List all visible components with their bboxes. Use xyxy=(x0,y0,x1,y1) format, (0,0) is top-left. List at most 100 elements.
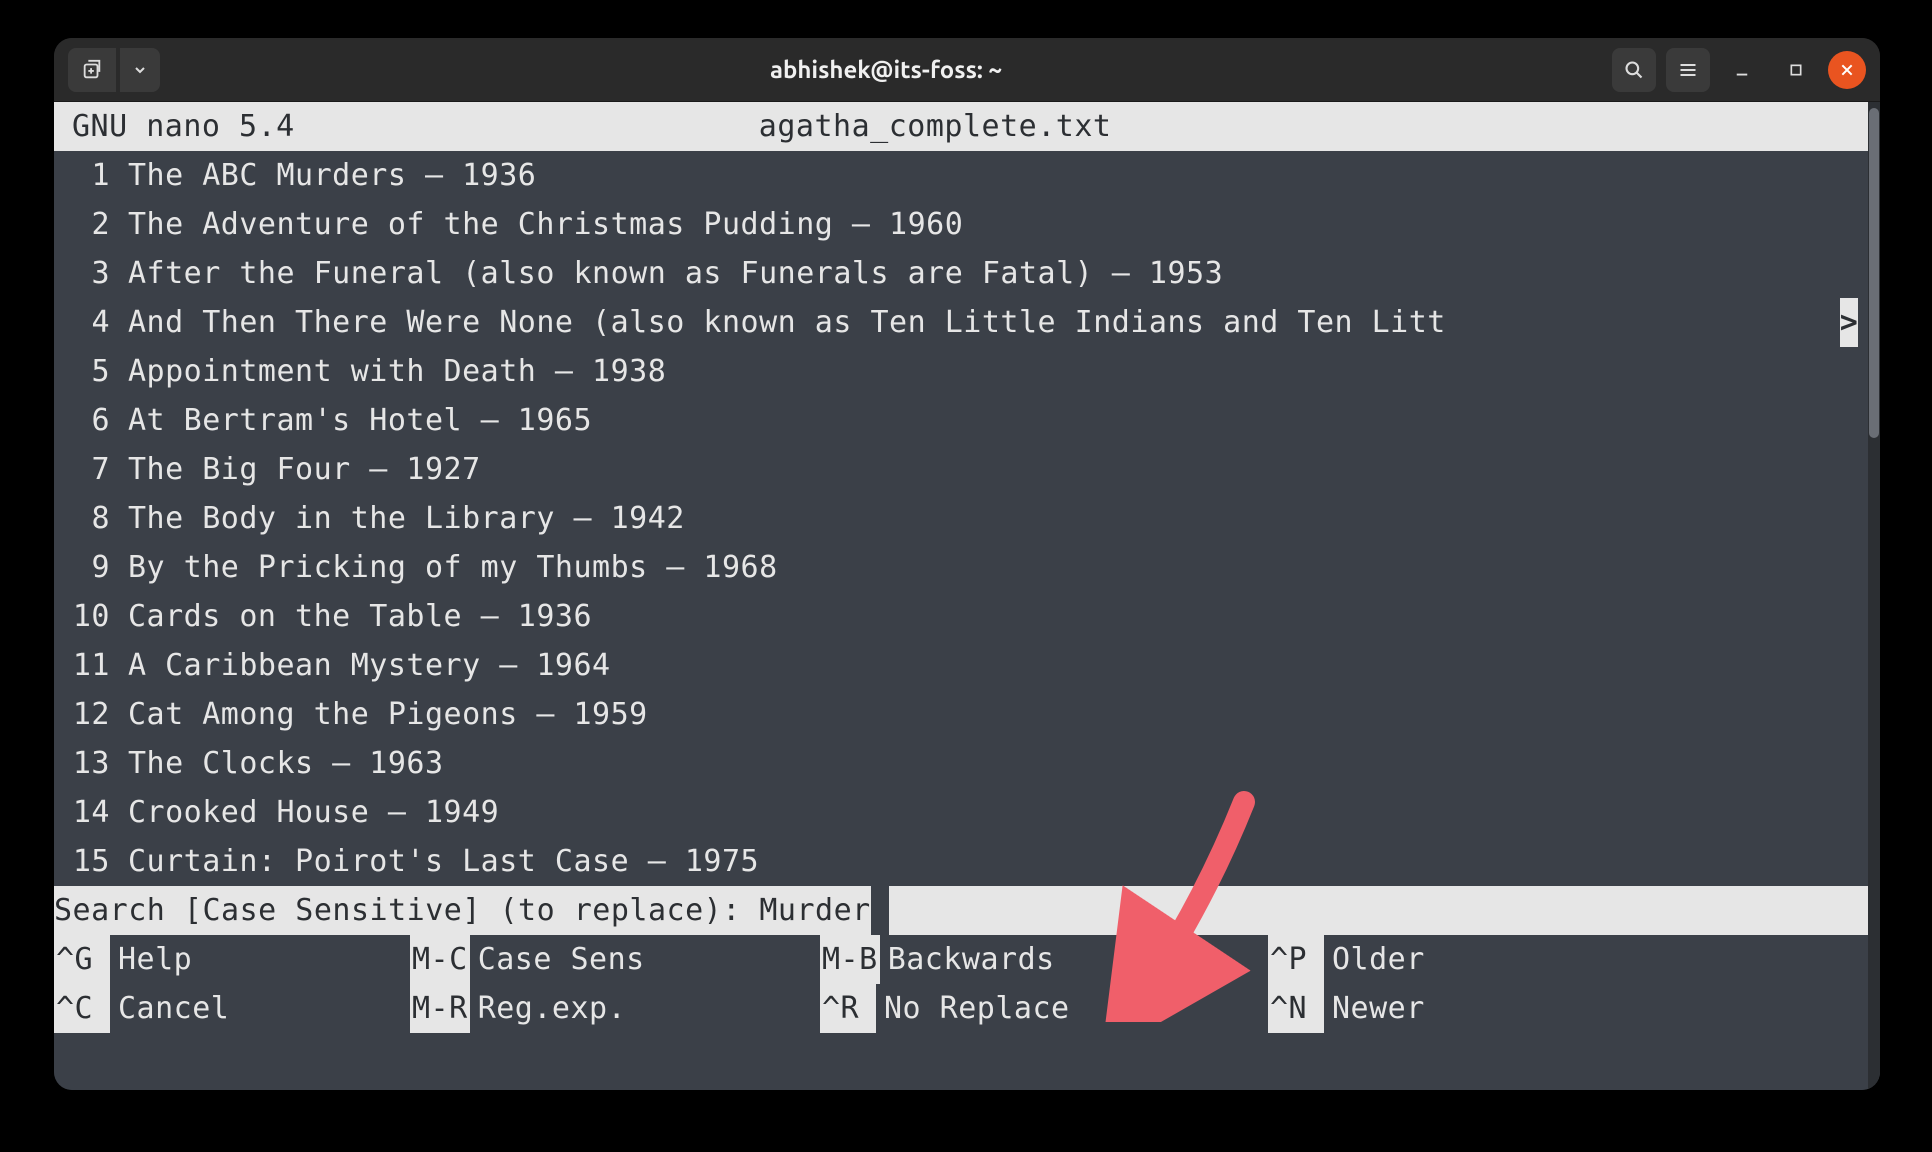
line-number: 1 xyxy=(54,151,110,200)
editor-line[interactable]: 15Curtain: Poirot's Last Case – 1975 xyxy=(54,837,1880,886)
scrollbar-thumb[interactable] xyxy=(1869,108,1879,438)
maximize-button[interactable] xyxy=(1774,48,1818,92)
shortcut-key: ^C xyxy=(54,984,110,1033)
titlebar: abhishek@its-foss: ~ xyxy=(54,38,1880,102)
titlebar-left xyxy=(68,48,160,92)
editor-line[interactable]: 7The Big Four – 1927 xyxy=(54,445,1880,494)
window-title: abhishek@its-foss: ~ xyxy=(170,56,1602,83)
nano-app-name: GNU nano 5.4 xyxy=(72,109,295,144)
editor-area[interactable]: 1The ABC Murders – 19362The Adventure of… xyxy=(54,151,1880,886)
shortcut-label: Reg.exp. xyxy=(470,984,627,1033)
shortcut-row: ^CCancelM-RReg.exp.^RNo Replace^NNewer xyxy=(54,984,1880,1033)
editor-line[interactable]: 2The Adventure of the Christmas Pudding … xyxy=(54,200,1880,249)
nano-header: GNU nano 5.4 agatha_complete.txt xyxy=(54,102,1880,151)
line-number: 5 xyxy=(54,347,110,396)
line-number: 12 xyxy=(54,690,110,739)
editor-line[interactable]: 9By the Pricking of my Thumbs – 1968 xyxy=(54,543,1880,592)
line-content: The Clocks – 1963 xyxy=(110,739,1880,788)
shortcut-key: M-R xyxy=(410,984,470,1033)
maximize-icon xyxy=(1788,62,1804,78)
shortcut-row: ^GHelpM-CCase SensM-BBackwards^POlder xyxy=(54,935,1880,984)
line-content: The ABC Murders – 1936 xyxy=(110,151,1880,200)
shortcut-newer[interactable]: ^NNewer xyxy=(1268,984,1568,1033)
shortcut-label: Backwards xyxy=(880,935,1055,984)
shortcut-no-replace[interactable]: ^RNo Replace xyxy=(820,984,1268,1033)
menu-button[interactable] xyxy=(1666,48,1710,92)
line-content: The Big Four – 1927 xyxy=(110,445,1880,494)
shortcut-help[interactable]: ^GHelp xyxy=(54,935,410,984)
line-number: 7 xyxy=(54,445,110,494)
line-number: 13 xyxy=(54,739,110,788)
terminal-window: abhishek@its-foss: ~ GNU nano 5.4 agatha xyxy=(54,38,1880,1090)
shortcut-key: ^P xyxy=(1268,935,1324,984)
terminal-body: GNU nano 5.4 agatha_complete.txt 1The AB… xyxy=(54,102,1880,1090)
editor-line[interactable]: 10Cards on the Table – 1936 xyxy=(54,592,1880,641)
shortcut-key: ^R xyxy=(820,984,876,1033)
line-number: 4 xyxy=(54,298,110,347)
line-content: Cat Among the Pigeons – 1959 xyxy=(110,690,1880,739)
shortcut-reg-exp-[interactable]: M-RReg.exp. xyxy=(410,984,820,1033)
close-button[interactable] xyxy=(1828,51,1866,89)
chevron-down-icon xyxy=(132,62,148,78)
search-button[interactable] xyxy=(1612,48,1656,92)
search-icon xyxy=(1624,60,1644,80)
line-number: 14 xyxy=(54,788,110,837)
shortcut-label: Cancel xyxy=(110,984,229,1033)
search-prompt: Search [Case Sensitive] (to replace): xyxy=(54,886,759,935)
search-cursor xyxy=(871,886,889,935)
scrollbar-track[interactable] xyxy=(1868,102,1880,1090)
search-bar: Search [Case Sensitive] (to replace): Mu… xyxy=(54,886,1880,935)
line-content: A Caribbean Mystery – 1964 xyxy=(110,641,1880,690)
line-content: And Then There Were None (also known as … xyxy=(110,298,1880,347)
shortcut-key: ^N xyxy=(1268,984,1324,1033)
search-input-value[interactable]: Murder xyxy=(759,886,870,935)
minimize-icon xyxy=(1733,61,1751,79)
shortcut-key: M-C xyxy=(410,935,470,984)
line-number: 2 xyxy=(54,200,110,249)
editor-line[interactable]: 1The ABC Murders – 1936 xyxy=(54,151,1880,200)
line-content: The Body in the Library – 1942 xyxy=(110,494,1880,543)
line-number: 11 xyxy=(54,641,110,690)
line-content: After the Funeral (also known as Funeral… xyxy=(110,249,1880,298)
shortcut-cancel[interactable]: ^CCancel xyxy=(54,984,410,1033)
shortcut-backwards[interactable]: M-BBackwards xyxy=(820,935,1268,984)
editor-line[interactable]: 8The Body in the Library – 1942 xyxy=(54,494,1880,543)
line-content: Curtain: Poirot's Last Case – 1975 xyxy=(110,837,1880,886)
shortcut-label: No Replace xyxy=(876,984,1070,1033)
line-number: 15 xyxy=(54,837,110,886)
editor-line[interactable]: 12Cat Among the Pigeons – 1959 xyxy=(54,690,1880,739)
shortcut-key: M-B xyxy=(820,935,880,984)
editor-line[interactable]: 13The Clocks – 1963 xyxy=(54,739,1880,788)
hamburger-icon xyxy=(1678,60,1698,80)
new-tab-icon xyxy=(81,59,103,81)
shortcut-older[interactable]: ^POlder xyxy=(1268,935,1568,984)
shortcut-label: Older xyxy=(1324,935,1425,984)
new-tab-button[interactable] xyxy=(68,48,116,92)
editor-line[interactable]: 4And Then There Were None (also known as… xyxy=(54,298,1880,347)
shortcut-label: Case Sens xyxy=(470,935,645,984)
close-icon xyxy=(1839,62,1855,78)
line-number: 8 xyxy=(54,494,110,543)
editor-line[interactable]: 14Crooked House – 1949 xyxy=(54,788,1880,837)
truncation-indicator: > xyxy=(1840,298,1858,347)
line-content: Cards on the Table – 1936 xyxy=(110,592,1880,641)
line-content: By the Pricking of my Thumbs – 1968 xyxy=(110,543,1880,592)
editor-line[interactable]: 3After the Funeral (also known as Funera… xyxy=(54,249,1880,298)
line-content: The Adventure of the Christmas Pudding –… xyxy=(110,200,1880,249)
line-number: 3 xyxy=(54,249,110,298)
nano-filename: agatha_complete.txt xyxy=(759,109,1112,144)
nano-header-spacer xyxy=(295,109,759,144)
line-content: At Bertram's Hotel – 1965 xyxy=(110,396,1880,445)
minimize-button[interactable] xyxy=(1720,48,1764,92)
line-number: 9 xyxy=(54,543,110,592)
editor-line[interactable]: 6At Bertram's Hotel – 1965 xyxy=(54,396,1880,445)
editor-line[interactable]: 11A Caribbean Mystery – 1964 xyxy=(54,641,1880,690)
line-content: Crooked House – 1949 xyxy=(110,788,1880,837)
shortcut-label: Newer xyxy=(1324,984,1425,1033)
editor-line[interactable]: 5Appointment with Death – 1938 xyxy=(54,347,1880,396)
line-number: 6 xyxy=(54,396,110,445)
tab-menu-button[interactable] xyxy=(120,48,160,92)
shortcut-label: Help xyxy=(110,935,192,984)
shortcut-case-sens[interactable]: M-CCase Sens xyxy=(410,935,820,984)
line-number: 10 xyxy=(54,592,110,641)
